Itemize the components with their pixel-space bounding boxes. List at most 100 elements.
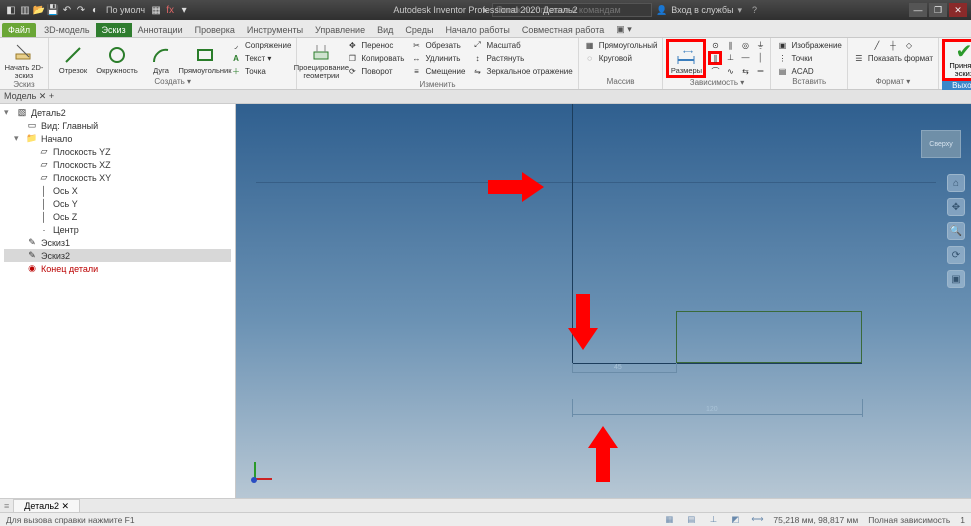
trim-button[interactable]: ✂Обрезать <box>408 39 467 51</box>
point-button[interactable]: ＋Точка <box>228 65 293 77</box>
rotate-button[interactable]: ⟳Поворот <box>344 65 406 77</box>
signin-dropdown-icon[interactable]: ▾ <box>737 5 742 16</box>
tab-tools[interactable]: Инструменты <box>241 23 309 37</box>
copy-button[interactable]: ❐Копировать <box>344 52 406 64</box>
tab-collaborate[interactable]: Совместная работа <box>516 23 610 37</box>
nav-pan-icon[interactable]: ✥ <box>947 198 965 216</box>
qat-style-icon[interactable]: ◐ <box>88 3 102 17</box>
viewcube[interactable]: Сверху <box>921 130 961 158</box>
move-button[interactable]: ✥Перенос <box>344 39 406 51</box>
dim2-text[interactable]: 120 <box>706 406 718 413</box>
tab-environments[interactable]: Среды <box>399 23 439 37</box>
qat-open-icon[interactable]: 📂 <box>32 3 46 17</box>
rectangle-button[interactable]: Прямоугольник <box>184 39 226 77</box>
tree-item[interactable]: │Ось X <box>4 184 231 197</box>
status-dim-icon[interactable]: ⟷ <box>751 514 763 526</box>
help-icon[interactable]: ? <box>752 5 757 15</box>
constraint-coincident-button[interactable]: ⊙ <box>708 39 722 51</box>
status-ortho-icon[interactable]: ⊥ <box>707 514 719 526</box>
finish-sketch-button[interactable]: ✔ Принять эскиз <box>942 39 971 81</box>
browser-tab-model[interactable]: Модель ✕ + <box>4 91 54 102</box>
offset-button[interactable]: ≡Смещение <box>408 65 467 77</box>
line-button[interactable]: Отрезок <box>52 39 94 77</box>
arc-button[interactable]: Дуга <box>140 39 182 77</box>
signin-label[interactable]: Вход в службы <box>671 5 733 15</box>
constraint-smooth-button[interactable]: ∿ <box>723 65 737 77</box>
constraint-parallel-button[interactable]: ∥ <box>708 51 722 65</box>
insert-image-button[interactable]: ▣Изображение <box>774 39 843 51</box>
start-2d-sketch-button[interactable]: Начать 2D-эскиз <box>3 39 45 80</box>
tab-manage[interactable]: Управление <box>309 23 371 37</box>
tree-item[interactable]: ✎Эскиз1 <box>4 236 231 249</box>
format-driven-button[interactable]: ◇ <box>902 39 916 51</box>
format-construction-button[interactable]: ╱ <box>870 39 884 51</box>
tab-extra-icon[interactable]: ▣ ▾ <box>610 22 638 37</box>
rect-pattern-button[interactable]: ▦Прямоугольный <box>582 39 660 51</box>
text-button[interactable]: AТекст ▾ <box>228 52 293 64</box>
dim2-line[interactable] <box>572 414 862 415</box>
status-snap-icon[interactable]: ▦ <box>663 514 675 526</box>
constraint-equal-button[interactable]: ＝ <box>753 65 767 77</box>
tree-item[interactable]: ▱Плоскость XZ <box>4 158 231 171</box>
dimension-button[interactable]: ⟷ Размеры <box>666 39 706 78</box>
tree-item[interactable]: ▾📁Начало <box>4 132 231 145</box>
window-maximize[interactable]: ❐ <box>929 3 947 17</box>
scale-button[interactable]: ⤢Масштаб <box>469 39 574 51</box>
dim1-line[interactable] <box>572 372 676 373</box>
tab-view[interactable]: Вид <box>371 23 399 37</box>
doctab-menu-icon[interactable]: ≡ <box>4 501 9 511</box>
tree-item[interactable]: ▾▧Деталь2 <box>4 106 231 119</box>
qat-material-icon[interactable]: ▦ <box>149 3 163 17</box>
format-centerline-button[interactable]: ┼ <box>886 39 900 51</box>
tree-item[interactable]: ▱Плоскость YZ <box>4 145 231 158</box>
tree-expand-icon[interactable]: ▾ <box>4 107 13 118</box>
mirror-button[interactable]: ⇋Зеркальное отражение <box>469 65 574 77</box>
constraint-perp-button[interactable]: ⊥ <box>723 51 737 63</box>
constraint-vert-button[interactable]: │ <box>753 51 767 63</box>
project-geometry-button[interactable]: Проецирование геометрии <box>300 39 342 80</box>
qat-more-icon[interactable]: ▾ <box>177 3 191 17</box>
nav-orbit-icon[interactable]: ⟳ <box>947 246 965 264</box>
document-tab-detail2[interactable]: Деталь2 ✕ <box>13 499 80 512</box>
tree-item[interactable]: ◉Конец детали <box>4 262 231 275</box>
constraint-fix-button[interactable]: ⏚ <box>753 39 767 51</box>
status-grid-icon[interactable]: ▤ <box>685 514 697 526</box>
tree-item[interactable]: │Ось Y <box>4 197 231 210</box>
nav-lookat-icon[interactable]: ▣ <box>947 270 965 288</box>
constraint-concentric-button[interactable]: ◎ <box>738 39 752 51</box>
extend-button[interactable]: ↔Удлинить <box>408 52 467 64</box>
tab-3d-model[interactable]: 3D-модель <box>38 23 95 37</box>
tree-item[interactable]: ▭Вид: Главный <box>4 119 231 132</box>
qat-fx-icon[interactable]: fx <box>163 3 177 17</box>
sketch-rectangle[interactable] <box>676 311 862 363</box>
window-minimize[interactable]: — <box>909 3 927 17</box>
tree-item[interactable]: ✎Эскиз2 <box>4 249 231 262</box>
nav-zoom-icon[interactable]: 🔍 <box>947 222 965 240</box>
tab-getstarted[interactable]: Начало работы <box>439 23 515 37</box>
qat-new-icon[interactable]: ▥ <box>18 3 32 17</box>
signin-icon[interactable]: 👤 <box>656 5 667 16</box>
circ-pattern-button[interactable]: ◌Круговой <box>582 52 660 64</box>
insert-acad-button[interactable]: ▤ACAD <box>774 65 843 77</box>
graphics-canvas[interactable]: 45 120 Сверху ⌂ ✥ 🔍 ⟳ ▣ <box>236 104 971 498</box>
tree-item[interactable]: ·Центр <box>4 223 231 236</box>
constraint-tangent-button[interactable]: ⌒ <box>708 65 722 77</box>
fillet-button[interactable]: ◞Сопряжение <box>228 39 293 51</box>
qat-style-label[interactable]: По умолч <box>106 5 145 15</box>
tree-item[interactable]: ▱Плоскость XY <box>4 171 231 184</box>
tab-sketch[interactable]: Эскиз <box>96 23 132 37</box>
tab-file[interactable]: Файл <box>2 23 36 37</box>
nav-home-icon[interactable]: ⌂ <box>947 174 965 192</box>
stretch-button[interactable]: ↕Растянуть <box>469 52 574 64</box>
tree-item[interactable]: │Ось Z <box>4 210 231 223</box>
constraint-collinear-button[interactable]: ∥ <box>723 39 737 51</box>
insert-points-button[interactable]: ⋮Точки <box>774 52 843 64</box>
qat-undo-icon[interactable]: ↶ <box>60 3 74 17</box>
constraint-horiz-button[interactable]: — <box>738 51 752 63</box>
dim1-text[interactable]: 45 <box>614 364 622 371</box>
circle-button[interactable]: Окружность <box>96 39 138 77</box>
qat-redo-icon[interactable]: ↷ <box>74 3 88 17</box>
tab-inspect[interactable]: Проверка <box>189 23 241 37</box>
window-close[interactable]: ✕ <box>949 3 967 17</box>
tab-annotate[interactable]: Аннотации <box>132 23 189 37</box>
